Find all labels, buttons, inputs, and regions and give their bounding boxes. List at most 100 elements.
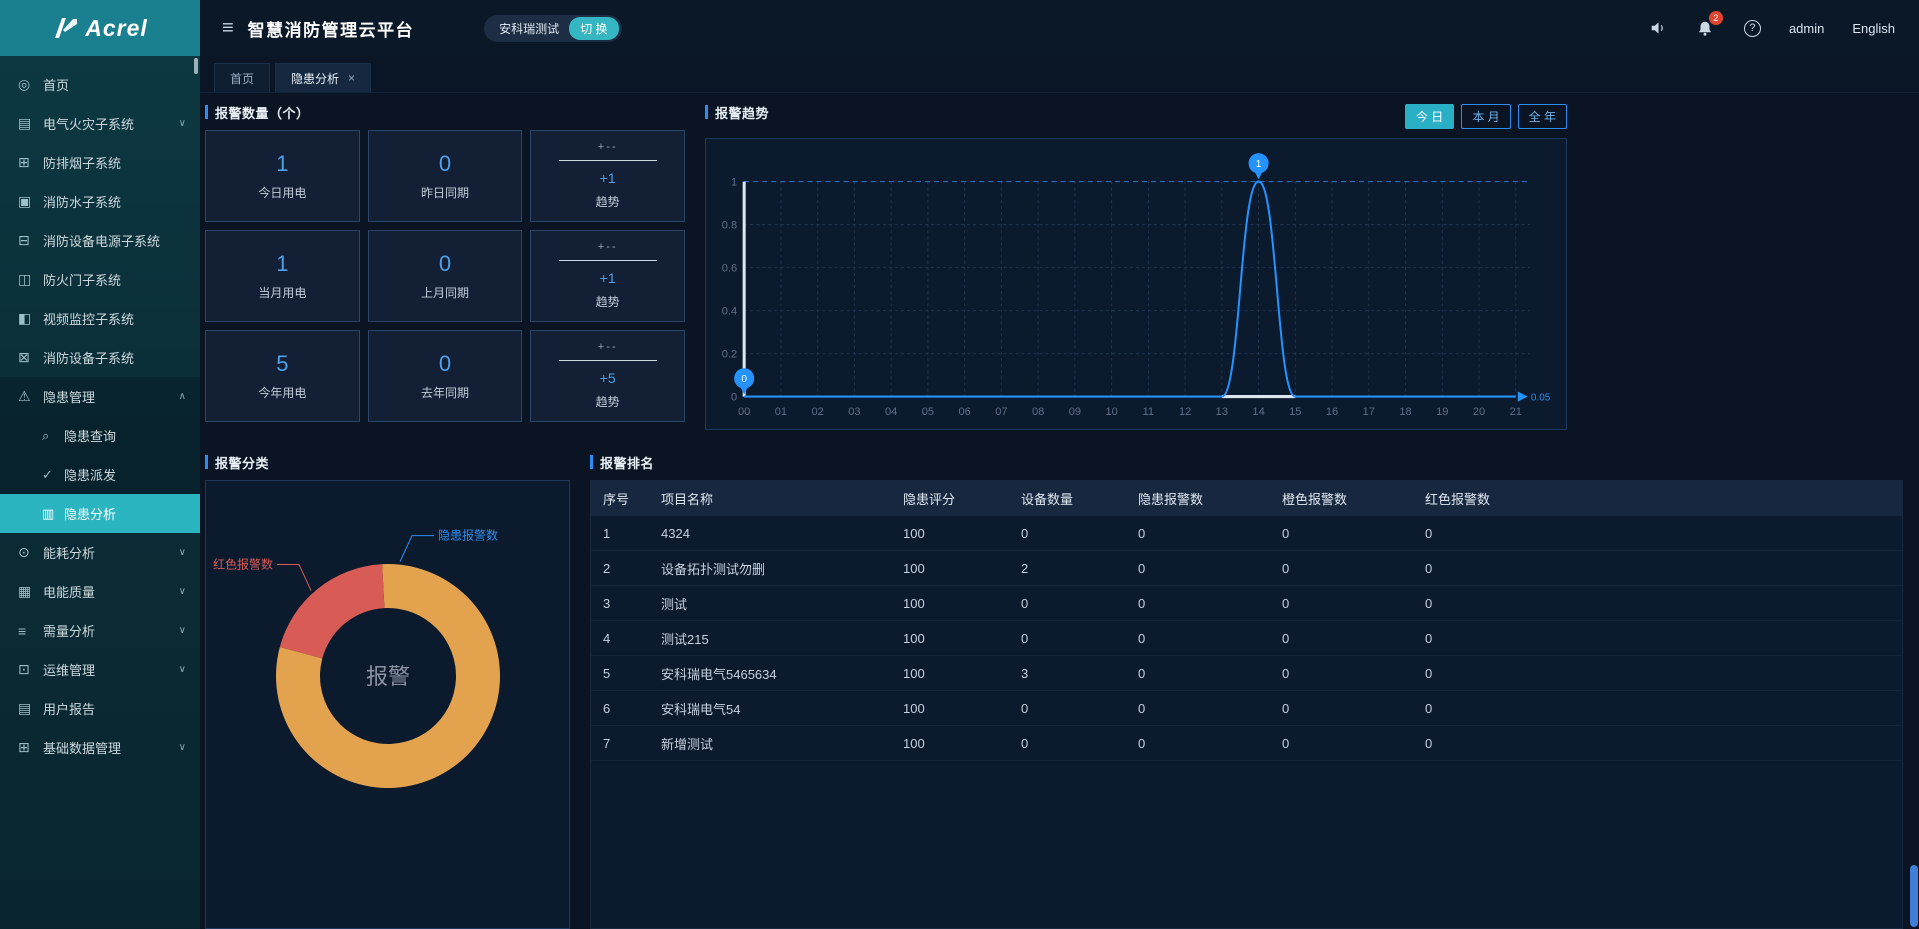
sidebar-item-label: 首页 xyxy=(43,75,186,94)
svg-text:0.4: 0.4 xyxy=(722,306,737,318)
sidebar-item-energy-analysis[interactable]: ⊙能耗分析∨ xyxy=(0,533,200,572)
alarm-trend-head: 报警趋势 今 日本 月全 年 xyxy=(705,102,1567,130)
sidebar-item-smoke-exhaust[interactable]: ⊞防排烟子系统 xyxy=(0,143,200,182)
quality-icon: ▦ xyxy=(18,583,43,600)
current-project-name: 安科瑞测试 xyxy=(499,20,559,37)
svg-text:13: 13 xyxy=(1216,406,1228,418)
app-root: Acrel ◎首页▤电气火灾子系统∨⊞防排烟子系统▣消防水子系统⊟消防设备电源子… xyxy=(0,0,1919,929)
smoke-icon: ⊞ xyxy=(18,154,43,171)
sidebar-item-demand-analysis[interactable]: ≡需量分析∨ xyxy=(0,611,200,650)
range-button-today[interactable]: 今 日 xyxy=(1405,104,1454,129)
table-cell: 2 xyxy=(1021,561,1138,576)
range-button-year[interactable]: 全 年 xyxy=(1518,104,1567,129)
energy-icon: ⊙ xyxy=(18,544,43,561)
svg-text:0.6: 0.6 xyxy=(722,263,737,275)
collapse-menu-icon[interactable]: ≡ xyxy=(222,17,234,40)
switch-project-button[interactable]: 切 换 xyxy=(569,17,618,40)
alarm-count-card: 5 今年用电 xyxy=(205,330,360,422)
help-icon[interactable]: ? xyxy=(1744,20,1761,37)
top-header: ≡ 智慧消防管理云平台 安科瑞测试 切 换 2 ? admin English xyxy=(200,0,1919,56)
svg-text:10: 10 xyxy=(1105,406,1117,418)
notifications-bell-icon[interactable]: 2 xyxy=(1696,19,1714,38)
ranking-table: 序号项目名称隐患评分设备数量隐患报警数橙色报警数红色报警数14324100000… xyxy=(590,480,1903,929)
sidebar-scrollbar-thumb[interactable] xyxy=(194,58,198,74)
table-cell: 0 xyxy=(1138,701,1282,716)
sidebar-item-hazard-analysis[interactable]: ▥隐患分析 xyxy=(0,494,200,533)
svg-text:11: 11 xyxy=(1143,406,1154,418)
logo-text: Acrel xyxy=(85,15,148,42)
sidebar-item-fire-water[interactable]: ▣消防水子系统 xyxy=(0,182,200,221)
alarm-count-panel: 报警数量（个） 1 今日用电0 昨日同期+-- +1 趋势1 当月用电0 上月同… xyxy=(205,102,685,430)
table-row: 3测试1000000 xyxy=(591,586,1902,621)
tab-hazard-analysis[interactable]: 隐患分析× xyxy=(275,63,371,92)
column-header: 项目名称 xyxy=(661,489,903,508)
svg-text:00: 00 xyxy=(738,406,750,418)
table-cell: 0 xyxy=(1282,631,1425,646)
svg-text:05: 05 xyxy=(922,406,934,418)
svg-text:21: 21 xyxy=(1510,406,1522,418)
card-label: 今日用电 xyxy=(258,184,306,201)
column-header: 设备数量 xyxy=(1021,489,1138,508)
main-area: ≡ 智慧消防管理云平台 安科瑞测试 切 换 2 ? admin English … xyxy=(200,0,1919,929)
speaker-icon[interactable] xyxy=(1649,19,1668,37)
alarm-count-card: 1 当月用电 xyxy=(205,230,360,322)
table-cell: 4324 xyxy=(661,526,903,541)
title-bar-decor xyxy=(205,105,208,119)
page-scrollbar xyxy=(1910,0,1919,929)
project-pill: 安科瑞测试 切 换 xyxy=(484,15,621,42)
sidebar-item-fire-door[interactable]: ◫防火门子系统 xyxy=(0,260,200,299)
table-cell: 4 xyxy=(603,631,661,646)
table-cell: 100 xyxy=(903,526,1021,541)
sidebar-item-hazard-management[interactable]: ⚠隐患管理∧ xyxy=(0,377,200,416)
table-cell: 100 xyxy=(903,666,1021,681)
table-cell: 2 xyxy=(603,561,661,576)
trend-value: +1 xyxy=(600,170,616,186)
tab-home[interactable]: 首页 xyxy=(214,63,270,92)
range-button-month[interactable]: 本 月 xyxy=(1461,104,1510,129)
page-scrollbar-thumb[interactable] xyxy=(1910,865,1918,927)
trend-line-decor xyxy=(559,360,657,361)
table-cell: 0 xyxy=(1138,596,1282,611)
svg-text:15: 15 xyxy=(1289,406,1301,418)
table-cell: 0 xyxy=(1425,596,1902,611)
table-cell: 0 xyxy=(1425,561,1902,576)
chevron-down-icon: ∨ xyxy=(179,664,186,675)
check-icon: ✓ xyxy=(42,467,64,483)
sidebar-item-hazard-query[interactable]: ⌕隐患查询 xyxy=(0,416,200,455)
sidebar-item-user-report[interactable]: ▤用户报告 xyxy=(0,689,200,728)
table-cell: 3 xyxy=(603,596,661,611)
power-icon: ⊟ xyxy=(18,232,43,249)
sidebar-item-home[interactable]: ◎首页 xyxy=(0,65,200,104)
tab-close-icon[interactable]: × xyxy=(348,71,355,85)
column-header: 序号 xyxy=(603,489,661,508)
sidebar-nav: ◎首页▤电气火灾子系统∨⊞防排烟子系统▣消防水子系统⊟消防设备电源子系统◫防火门… xyxy=(0,56,200,767)
alarm-count-card: 0 上月同期 xyxy=(368,230,523,322)
trend-line-decor xyxy=(559,260,657,261)
sidebar-item-label: 能耗分析 xyxy=(43,543,179,562)
sidebar-item-video-monitoring[interactable]: ◧视频监控子系统 xyxy=(0,299,200,338)
column-header: 红色报警数 xyxy=(1425,489,1902,508)
svg-text:04: 04 xyxy=(885,406,897,418)
table-cell: 安科瑞电气54 xyxy=(661,699,903,718)
column-header: 橙色报警数 xyxy=(1282,489,1425,508)
search-icon: ⌕ xyxy=(42,428,64,444)
table-cell: 测试215 xyxy=(661,629,903,648)
ranking-header-row: 序号项目名称隐患评分设备数量隐患报警数橙色报警数红色报警数 xyxy=(591,481,1902,516)
table-cell: 0 xyxy=(1282,701,1425,716)
sidebar-item-fire-power-supply[interactable]: ⊟消防设备电源子系统 xyxy=(0,221,200,260)
table-cell: 100 xyxy=(903,631,1021,646)
user-menu[interactable]: admin xyxy=(1789,21,1824,36)
table-cell: 测试 xyxy=(661,594,903,613)
alarm-trend-title: 报警趋势 xyxy=(705,102,769,122)
table-cell: 0 xyxy=(1425,701,1902,716)
sidebar-item-hazard-dispatch[interactable]: ✓隐患派发 xyxy=(0,455,200,494)
sidebar-item-ops-management[interactable]: ⊡运维管理∨ xyxy=(0,650,200,689)
card-label: 趋势 xyxy=(596,293,620,310)
alarm-count-title: 报警数量（个） xyxy=(205,102,685,122)
sidebar-item-power-quality[interactable]: ▦电能质量∨ xyxy=(0,572,200,611)
sidebar-item-electrical-fire[interactable]: ▤电气火灾子系统∨ xyxy=(0,104,200,143)
sidebar-item-label: 防排烟子系统 xyxy=(43,153,186,172)
language-switch[interactable]: English xyxy=(1852,21,1895,36)
sidebar-item-fire-equipment[interactable]: ⊠消防设备子系统 xyxy=(0,338,200,377)
sidebar-item-basic-data[interactable]: ⊞基础数据管理∨ xyxy=(0,728,200,767)
